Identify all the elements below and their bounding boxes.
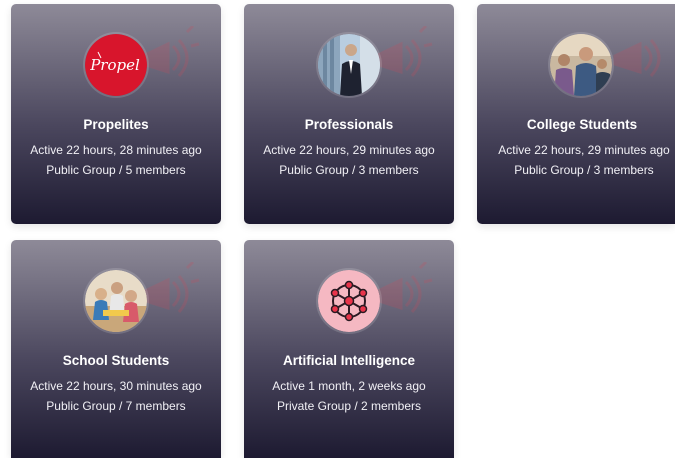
group-card-professionals[interactable]: Professionals Active 22 hours, 29 minute… [244,4,454,224]
group-activity: Active 22 hours, 29 minutes ago [263,143,435,157]
group-avatar-artificial-intelligence[interactable] [318,270,380,332]
group-info: Public Group / 7 members [46,399,186,413]
group-activity: Active 22 hours, 29 minutes ago [498,143,670,157]
businessman-photo-icon [318,34,380,96]
students-photo-icon [550,34,612,96]
group-title[interactable]: Professionals [252,116,446,134]
group-avatar-propelites[interactable]: Propel [85,34,147,96]
group-title[interactable]: Propelites [19,116,213,134]
group-meta: Active 1 month, 2 weeks ago Private Grou… [258,376,440,416]
svg-text:Propel: Propel [89,56,140,74]
group-avatar-school-students[interactable] [85,270,147,332]
group-info: Private Group / 2 members [276,399,422,413]
group-avatar-professionals[interactable] [318,34,380,96]
group-title[interactable]: School Students [19,352,213,370]
group-info: Public Group / 3 members [279,163,419,177]
groups-grid: Propel Propelites Active 22 hours, 28 mi… [0,0,675,458]
group-card-college-students[interactable]: College Students Active 22 hours, 29 min… [477,4,675,224]
group-activity: Active 1 month, 2 weeks ago [272,379,426,393]
group-meta: Active 22 hours, 28 minutes ago Public G… [25,140,207,180]
group-activity: Active 22 hours, 30 minutes ago [30,379,202,393]
group-avatar-college-students[interactable] [550,34,612,96]
propel-logo-icon: Propel [85,34,147,96]
network-node-icon [318,270,380,332]
group-activity: Active 22 hours, 28 minutes ago [30,143,202,157]
kids-photo-icon [85,270,147,332]
group-title[interactable]: Artificial Intelligence [252,352,446,370]
group-meta: Active 22 hours, 29 minutes ago Public G… [258,140,440,180]
group-meta: Active 22 hours, 30 minutes ago Public G… [25,376,207,416]
group-card-propelites[interactable]: Propel Propelites Active 22 hours, 28 mi… [11,4,221,224]
group-meta: Active 22 hours, 29 minutes ago Public G… [491,140,675,180]
group-title[interactable]: College Students [485,116,675,134]
group-card-artificial-intelligence[interactable]: Artificial Intelligence Active 1 month, … [244,240,454,458]
group-info: Public Group / 5 members [46,163,186,177]
group-card-school-students[interactable]: School Students Active 22 hours, 30 minu… [11,240,221,458]
group-info: Public Group / 3 members [514,163,654,177]
megaphone-watermark-icon [613,39,661,77]
